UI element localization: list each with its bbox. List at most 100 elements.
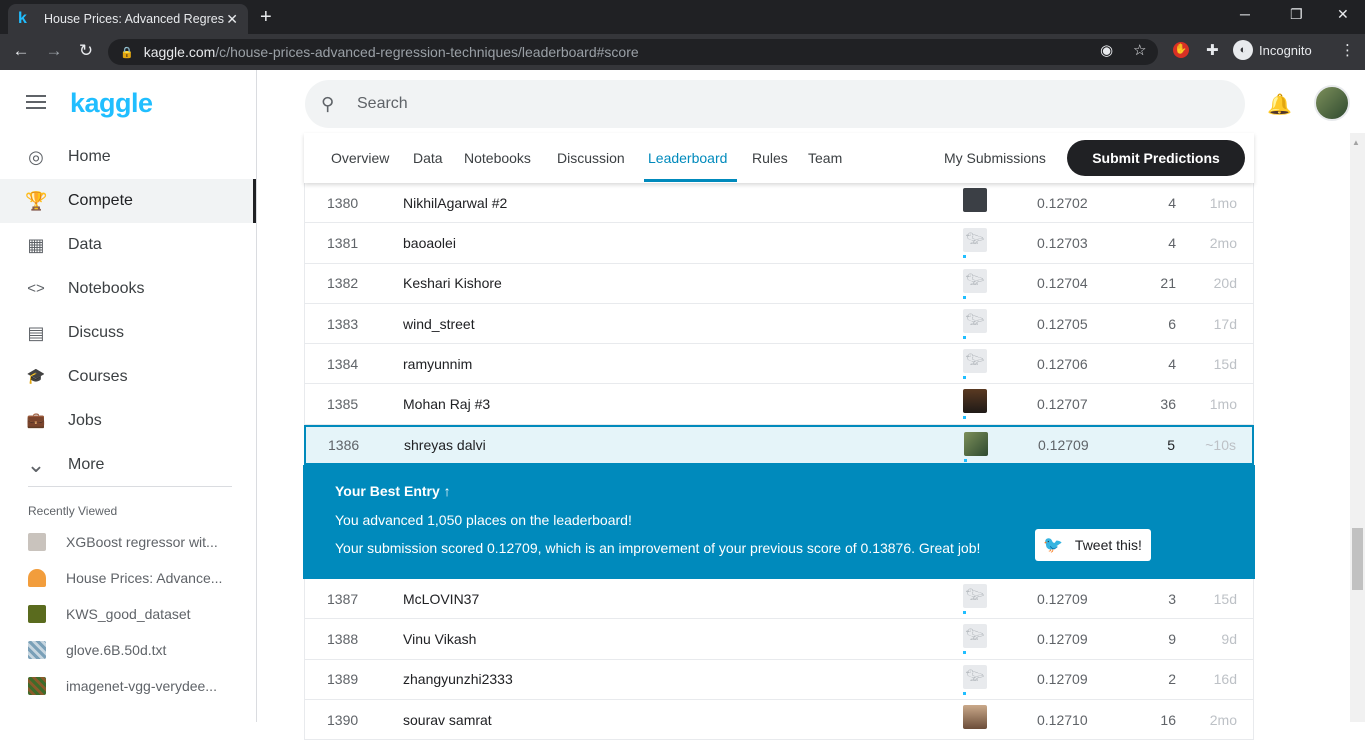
team-member-avatar[interactable] [963,389,989,420]
team-member-avatar[interactable]: 𓅰 [963,584,989,615]
minimize-icon[interactable]: ─ [1240,6,1250,22]
team-name[interactable]: sourav samrat [403,712,492,728]
dataset-thumbnail [28,605,46,623]
tab-leaderboard[interactable]: Leaderboard [648,150,727,166]
new-tab-icon[interactable]: + [260,6,272,29]
extensions-icon[interactable]: ✚ [1206,41,1219,59]
tab-data[interactable]: Data [413,150,443,166]
sidebar-item-label: Discuss [68,324,125,341]
team-member-avatar[interactable]: 𓅰 [963,268,989,299]
rank: 1388 [327,631,359,648]
scroll-up-arrow-icon[interactable]: ▲ [1352,138,1360,147]
tab-team[interactable]: Team [808,150,842,166]
tab-close-icon[interactable]: ✕ [226,11,238,28]
my-submissions-link[interactable]: My Submissions [944,150,1046,166]
last-submission: 15d [1213,355,1237,372]
browser-tab[interactable]: k House Prices: Advanced Regressi ✕ [8,4,248,34]
active-tab-indicator [644,179,737,182]
restore-icon[interactable]: ❐ [1290,6,1303,23]
kaggle-logo[interactable]: kaggle [70,88,153,119]
sidebar-item-jobs[interactable]: 💼 Jobs [0,399,256,443]
my-team-row[interactable]: 1386 shreyas dalvi 0.12709 5 ~10s [304,424,1254,466]
tab-discussion[interactable]: Discussion [557,150,625,166]
sidebar-item-discuss[interactable]: ▤ Discuss [0,311,256,355]
table-row[interactable]: 1381 baoaolei 𓅰 0.12703 4 2mo [304,223,1254,264]
table-row[interactable]: 1384 ramyunnim 𓅰 0.12706 4 15d [304,344,1254,385]
address-bar[interactable]: 🔒 kaggle.com/c/house-prices-advanced-reg… [108,39,1158,65]
browser-toolbar: ← → ↻ 🔒 kaggle.com/c/house-prices-advanc… [0,34,1365,70]
hamburger-menu-icon[interactable] [26,95,46,113]
tab-rules[interactable]: Rules [752,150,788,166]
team-name[interactable]: ramyunnim [403,356,472,372]
team-name[interactable]: zhangyunzhi2333 [403,671,513,687]
forward-icon[interactable]: → [43,41,65,61]
leaderboard-table: 1380 NikhilAgarwal #2 0.12702 4 1mo 1381… [303,183,1255,740]
notification-bell-icon[interactable]: 🔔 [1267,92,1292,117]
team-member-avatar[interactable]: 𓅰 [963,308,989,339]
tab-notebooks[interactable]: Notebooks [464,150,531,166]
sidebar-item-notebooks[interactable]: <> Notebooks [0,267,256,311]
table-row[interactable]: 1385 Mohan Raj #3 0.12707 36 1mo [304,384,1254,425]
menu-kebab-icon[interactable]: ⋮ [1340,41,1355,59]
sidebar-item-more[interactable]: ⌄ More [0,443,256,487]
table-row[interactable]: 1387 McLOVIN37 𓅰 0.12709 3 15d [304,579,1254,620]
trophy-icon: 🏆 [25,191,48,211]
score: 0.12702 [1037,194,1088,211]
tab-title: House Prices: Advanced Regressi [44,12,224,26]
table-row[interactable]: 1380 NikhilAgarwal #2 0.12702 4 1mo [304,183,1254,224]
rank: 1383 [327,315,359,332]
team-name[interactable]: McLOVIN37 [403,591,479,607]
tab-overview[interactable]: Overview [331,150,389,166]
recent-item[interactable]: KWS_good_dataset [28,600,238,628]
team-name[interactable]: Vinu Vikash [403,631,476,647]
team-name[interactable]: NikhilAgarwal #2 [403,195,507,211]
reload-icon[interactable]: ↻ [75,41,97,61]
scrollbar[interactable] [1350,133,1365,722]
team-name[interactable]: shreyas dalvi [404,437,486,453]
search-placeholder: Search [357,95,408,112]
back-icon[interactable]: ← [10,41,32,61]
table-row[interactable]: 1383 wind_street 𓅰 0.12705 6 17d [304,303,1254,345]
best-entry-banner: Your Best Entry ↑ You advanced 1,050 pla… [303,465,1255,580]
table-row[interactable]: 1382 Keshari Kishore 𓅰 0.12704 21 20d [304,263,1254,304]
team-name[interactable]: wind_street [403,316,475,332]
table-row[interactable]: 1390 sourav samrat 0.12710 16 2mo [304,699,1254,740]
tweet-this-button[interactable]: 🐦 Tweet this! [1035,529,1151,562]
ad-block-extension-icon[interactable]: ✋ [1173,42,1189,58]
team-name[interactable]: baoaolei [403,235,456,251]
entries-count: 4 [1168,355,1176,372]
team-name[interactable]: Mohan Raj #3 [403,396,490,412]
entries-count: 6 [1168,315,1176,332]
search-input[interactable]: ⚲ Search [305,80,1245,128]
team-member-avatar[interactable]: 𓅰 [963,664,989,695]
sidebar-item-courses[interactable]: 🎓 Courses [0,355,256,399]
team-member-avatar[interactable] [964,431,990,462]
tracking-blocked-icon[interactable]: ◉ [1100,41,1113,59]
team-member-avatar[interactable]: 𓅰 [963,624,989,655]
team-name[interactable]: Keshari Kishore [403,275,502,291]
team-member-avatar[interactable]: 𓅰 [963,228,989,259]
last-submission: 16d [1213,671,1237,688]
scrollbar-thumb[interactable] [1352,528,1363,590]
entries-count: 4 [1168,194,1176,211]
table-row[interactable]: 1388 Vinu Vikash 𓅰 0.12709 9 9d [304,619,1254,660]
incognito-indicator[interactable]: ◐ Incognito [1233,40,1312,60]
chevron-down-icon: ⌄ [26,452,46,477]
team-member-avatar[interactable]: 𓅰 [963,349,989,380]
sidebar-item-home[interactable]: ◎ Home [0,135,256,179]
submit-predictions-button[interactable]: Submit Predictions [1067,140,1245,176]
bookmark-star-icon[interactable]: ☆ [1133,41,1146,59]
team-member-avatar[interactable] [963,188,989,214]
team-member-avatar[interactable] [963,704,989,731]
recent-item[interactable]: glove.6B.50d.txt [28,636,238,664]
recent-item[interactable]: House Prices: Advance... [28,564,238,592]
recent-item[interactable]: imagenet-vgg-verydee... [28,672,238,700]
comment-icon: ▤ [27,323,45,343]
user-avatar[interactable] [1314,85,1350,121]
score: 0.12709 [1037,671,1088,688]
sidebar-item-data[interactable]: ▦ Data [0,223,256,267]
recent-item[interactable]: XGBoost regressor wit... [28,528,238,556]
table-row[interactable]: 1389 zhangyunzhi2333 𓅰 0.12709 2 16d [304,659,1254,700]
sidebar-item-compete[interactable]: 🏆 Compete [0,179,256,223]
window-close-icon[interactable]: ✕ [1337,6,1349,23]
